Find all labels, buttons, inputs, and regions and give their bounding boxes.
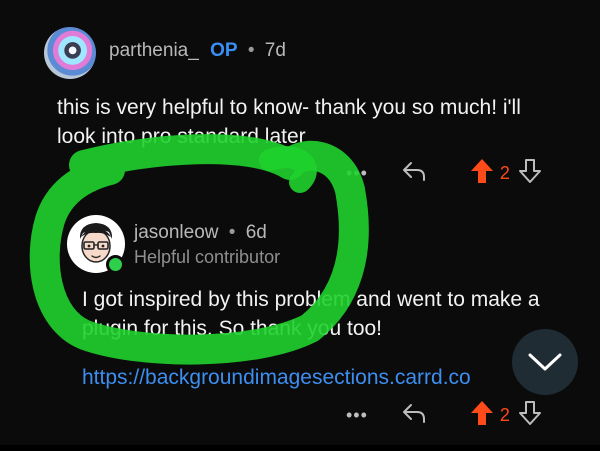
vote-count: 2: [499, 405, 510, 425]
separator-dot: •: [247, 40, 255, 61]
user-flair: Helpful contributor: [134, 247, 281, 267]
scroll-down-button[interactable]: [512, 329, 578, 395]
downvote-icon[interactable]: [518, 400, 542, 431]
bottom-edge: [0, 445, 600, 451]
comment-2-body: I got inspired by this problem and went …: [82, 288, 540, 340]
reply-icon[interactable]: [400, 159, 428, 188]
online-status-indicator: [106, 255, 125, 274]
chevron-down-icon: [528, 353, 562, 371]
comment-1-header: parthenia_ OP • 7d: [109, 40, 286, 62]
author-name[interactable]: jasonleow: [134, 222, 219, 243]
comment-link[interactable]: https://backgroundimagesections.carrd.co: [82, 366, 522, 390]
comment-age: 7d: [264, 40, 286, 61]
avatar-parthenia[interactable]: [44, 27, 96, 79]
author-name[interactable]: parthenia_: [109, 40, 199, 61]
op-badge: OP: [210, 40, 238, 61]
reply-icon[interactable]: [400, 401, 428, 430]
upvote-icon[interactable]: [470, 400, 494, 431]
comment-1-actions: ••• 2: [346, 158, 542, 189]
more-options-button[interactable]: •••: [346, 405, 368, 426]
comment-age: 6d: [245, 222, 267, 243]
comment-2-actions: ••• 2: [346, 400, 542, 431]
downvote-icon[interactable]: [518, 158, 542, 189]
vote-count: 2: [499, 163, 510, 183]
separator-dot: •: [228, 222, 236, 243]
comment-2-header: jasonleow • 6d: [134, 222, 267, 244]
more-options-button[interactable]: •••: [346, 163, 368, 184]
upvote-icon[interactable]: [470, 158, 494, 189]
comment-1-body: this is very helpful to know- thank you …: [57, 96, 521, 148]
